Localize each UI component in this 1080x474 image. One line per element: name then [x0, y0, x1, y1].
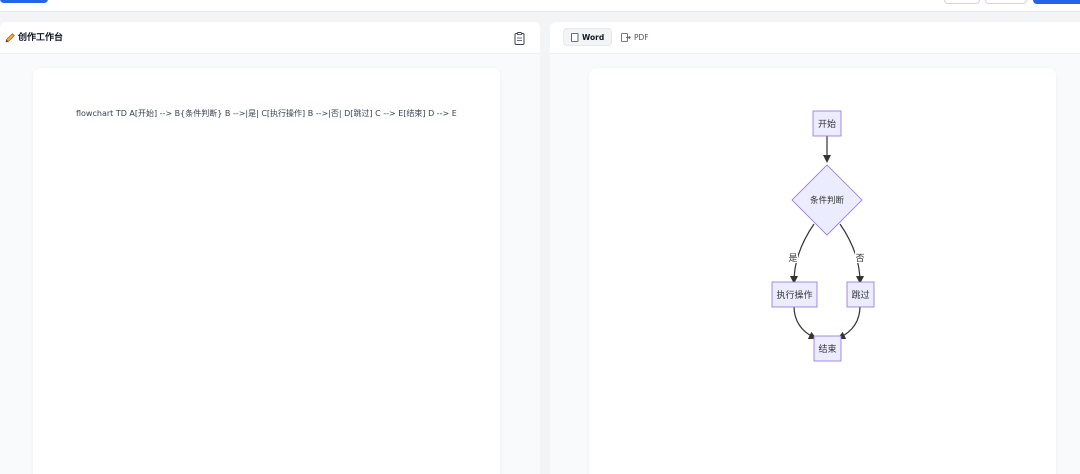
editor-content[interactable]: flowchart TD A[开始] --> B{条件判断} B -->|是| … [76, 108, 457, 119]
node-end: 结束 [813, 335, 842, 362]
toolbar-primary-button[interactable] [1033, 0, 1080, 4]
edge-action-end [793, 305, 817, 340]
toolbar-button-1[interactable] [944, 0, 980, 4]
primary-action-button[interactable] [0, 0, 48, 3]
pencil-icon [5, 33, 15, 43]
toolbar-button-2[interactable] [985, 0, 1027, 4]
node-start-label: 开始 [818, 118, 836, 130]
preview-header: Word PDF [550, 22, 1080, 54]
editor-card[interactable]: flowchart TD A[开始] --> B{条件判断} B -->|是| … [33, 68, 500, 474]
node-decision-label: 条件判断 [810, 195, 845, 206]
edge-skip-end [837, 305, 861, 340]
flowchart-diagram: 是 否 开始 条件判断 执行操作 跳过 结束 [771, 110, 875, 362]
top-toolbar [0, 0, 1080, 12]
node-action-label: 执行操作 [776, 289, 812, 301]
editor-title: 创作工作台 [18, 33, 64, 43]
preview-panel: Word PDF 是 否 开始 条件判断 执行操作 跳过 结束 [550, 22, 1080, 474]
editor-panel: 创作工作台 flowchart TD A[开始] --> B{条件判断} B -… [0, 22, 540, 474]
export-icon [621, 32, 631, 42]
tab-pdf[interactable]: PDF [614, 28, 656, 46]
node-skip-label: 跳过 [851, 289, 869, 301]
clipboard-icon[interactable] [514, 32, 525, 45]
node-action: 执行操作 [771, 281, 818, 308]
node-decision: 条件判断 [791, 164, 863, 236]
tab-word[interactable]: Word [563, 28, 613, 46]
edge-label-no: 否 [855, 253, 864, 264]
node-end-label: 结束 [818, 343, 836, 355]
document-icon [571, 32, 579, 42]
edge-label-yes: 是 [788, 253, 797, 264]
preview-card: 是 否 开始 条件判断 执行操作 跳过 结束 [589, 68, 1056, 474]
node-start: 开始 [812, 110, 842, 137]
editor-header: 创作工作台 [0, 22, 540, 54]
tab-pdf-label: PDF [634, 32, 649, 42]
tab-word-label: Word [582, 32, 605, 42]
node-skip: 跳过 [846, 281, 875, 308]
